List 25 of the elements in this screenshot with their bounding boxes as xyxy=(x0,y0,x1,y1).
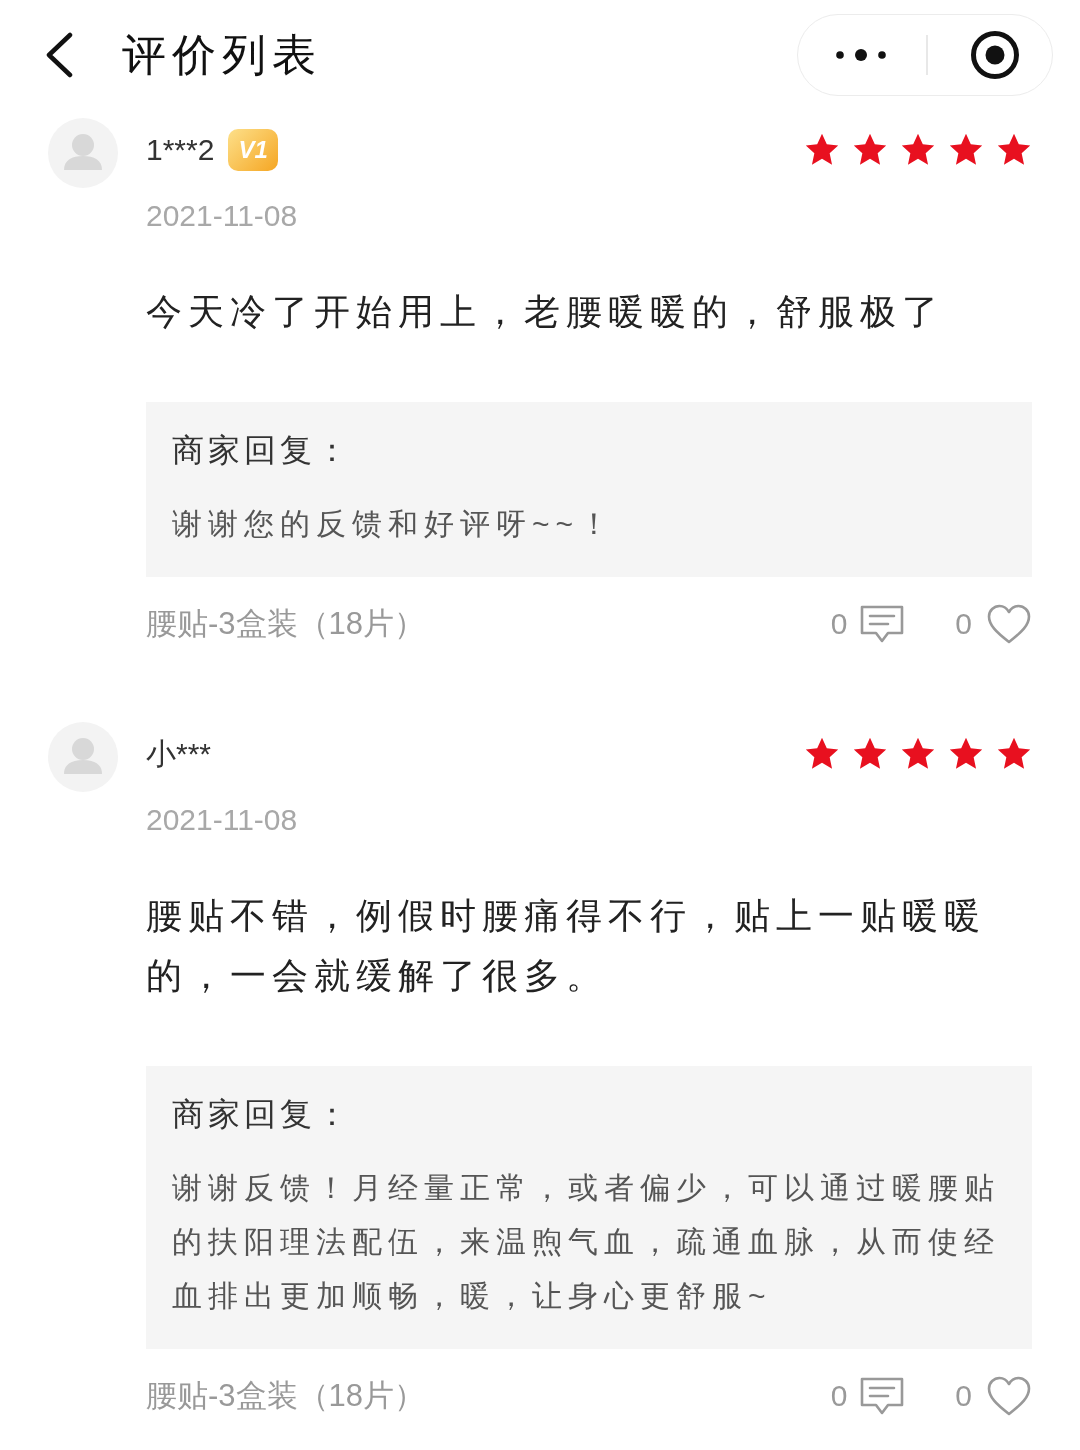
review-text: 今天冷了开始用上，老腰暖暖的，舒服极了 xyxy=(146,290,944,334)
comment-icon xyxy=(859,604,906,644)
back-icon[interactable] xyxy=(44,32,74,78)
more-icon[interactable] xyxy=(836,49,886,61)
heart-icon xyxy=(986,603,1032,645)
target-icon[interactable] xyxy=(970,30,1020,80)
page-title: 评价列表 xyxy=(122,29,322,81)
heart-icon xyxy=(986,1375,1032,1417)
level-badge: V1 xyxy=(228,129,278,171)
reply-text: 谢谢反馈！月经量正常，或者偏少，可以通过暖腰贴的扶阳理法配伍，来温煦气血，疏通血脉，从而使经血排出更加顺畅，暖，让身心更舒服~ xyxy=(172,1170,1001,1314)
comment-icon xyxy=(859,1376,906,1416)
user-name: 小*** xyxy=(146,736,212,772)
reply-text: 谢谢您的反馈和好评呀~~！ xyxy=(172,506,616,542)
user-name: 1***2 xyxy=(146,132,215,168)
review-date: 2021-11-08 xyxy=(146,198,298,234)
product-variant: 腰贴-3盒装（18片） xyxy=(146,1377,426,1415)
comment-button[interactable]: 0 xyxy=(830,604,906,644)
comment-button[interactable]: 0 xyxy=(830,1376,906,1416)
review-date: 2021-11-08 xyxy=(146,802,298,838)
review-text: 腰贴不错，例假时腰痛得不行，贴上一贴暖暖的，一会就缓解了很多。 xyxy=(146,894,987,998)
product-variant: 腰贴-3盒装（18片） xyxy=(146,605,426,643)
reply-label: 商家回复： xyxy=(172,1095,352,1134)
reply-label: 商家回复： xyxy=(172,431,352,470)
like-button[interactable]: 0 xyxy=(955,1375,1032,1417)
like-button[interactable]: 0 xyxy=(955,603,1032,645)
